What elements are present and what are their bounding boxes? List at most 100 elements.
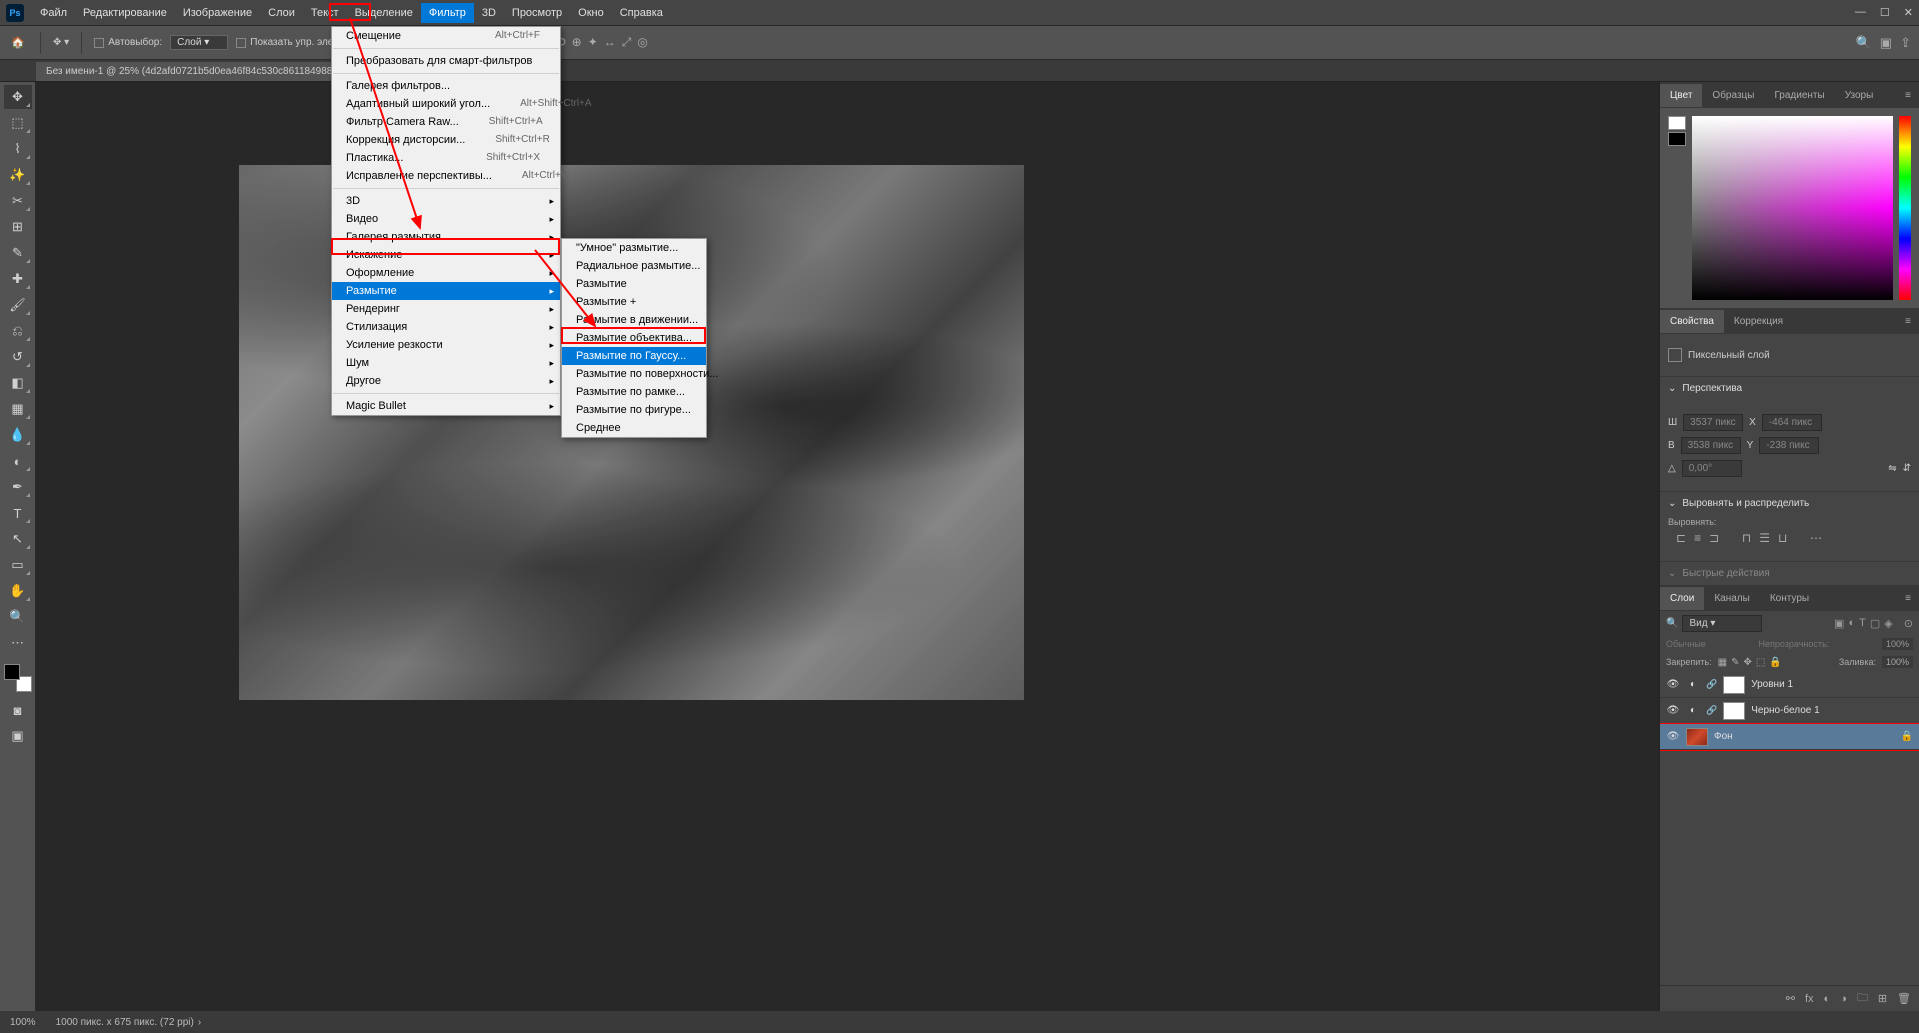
menu-фильтр[interactable]: Фильтр: [421, 3, 474, 23]
menu-справка[interactable]: Справка: [612, 3, 671, 23]
filter-item[interactable]: Рендеринг▸: [332, 300, 560, 318]
menu-текст[interactable]: Текст: [303, 3, 347, 23]
lock-icon[interactable]: 🔒: [1901, 731, 1913, 742]
maximize-icon[interactable]: ☐: [1880, 6, 1890, 19]
home-icon[interactable]: 🏠: [8, 33, 28, 53]
tab-gradients[interactable]: Градиенты: [1764, 84, 1834, 107]
zoom-tool[interactable]: 🔍: [4, 605, 32, 629]
filter-item[interactable]: Другое▸: [332, 372, 560, 390]
filter-item[interactable]: Коррекция дисторсии...Shift+Ctrl+R: [332, 131, 560, 149]
tab-paths[interactable]: Контуры: [1760, 587, 1819, 610]
color-field[interactable]: [1692, 116, 1893, 300]
menu-просмотр[interactable]: Просмотр: [504, 3, 570, 23]
blend-mode-select[interactable]: Обычные: [1666, 639, 1706, 649]
layer-thumb[interactable]: [1723, 702, 1745, 720]
menu-редактирование[interactable]: Редактирование: [75, 3, 175, 23]
filter-item[interactable]: Галерея фильтров...: [332, 77, 560, 95]
w-field[interactable]: 3537 пикс: [1683, 414, 1743, 431]
blur-item[interactable]: Размытие по фигуре...: [562, 401, 706, 419]
tab-channels[interactable]: Каналы: [1704, 587, 1760, 610]
blur-item[interactable]: Размытие по поверхности...: [562, 365, 706, 383]
blur-item[interactable]: Размытие по рамке...: [562, 383, 706, 401]
doc-tab-0[interactable]: Без имени-1 @ 25% (4d2afd0721b5d0ea46f84…: [36, 62, 381, 81]
layer-name[interactable]: Фон: [1714, 731, 1733, 742]
blur-tool[interactable]: 💧: [4, 423, 32, 447]
filter-item[interactable]: Искажение▸: [332, 246, 560, 264]
fill-value[interactable]: 100%: [1882, 656, 1913, 668]
layer-thumb[interactable]: [1686, 728, 1708, 746]
panel-menu-icon[interactable]: ≡: [1897, 316, 1919, 327]
tab-layers[interactable]: Слои: [1660, 587, 1704, 610]
hue-slider[interactable]: [1899, 116, 1911, 300]
layer-row[interactable]: 👁◐🔗Уровни 1: [1660, 672, 1919, 698]
filter-item[interactable]: Шум▸: [332, 354, 560, 372]
flip-h-icon[interactable]: ⇋: [1888, 463, 1896, 474]
filter-item[interactable]: СмещениеAlt+Ctrl+F: [332, 27, 560, 45]
layer-name[interactable]: Черно-белое 1: [1751, 705, 1819, 716]
h-field[interactable]: 3538 пикс: [1681, 437, 1741, 454]
blur-item[interactable]: Радиальное размытие...: [562, 257, 706, 275]
y-field[interactable]: -238 пикс: [1759, 437, 1819, 454]
filter-item[interactable]: Размытие▸: [332, 282, 560, 300]
opacity-value[interactable]: 100%: [1882, 638, 1913, 650]
marquee-tool[interactable]: ⬚: [4, 111, 32, 135]
menu-файл[interactable]: Файл: [32, 3, 75, 23]
wand-tool[interactable]: ✨: [4, 163, 32, 187]
lasso-tool[interactable]: ⌇: [4, 137, 32, 161]
layer-filter-select[interactable]: Вид ▾: [1682, 615, 1762, 632]
show-transform-controls[interactable]: Показать упр. элем.: [236, 37, 343, 48]
tab-color[interactable]: Цвет: [1660, 84, 1702, 107]
panel-menu-icon[interactable]: ≡: [1897, 90, 1919, 101]
layer-row[interactable]: 👁Фон🔒: [1660, 724, 1919, 750]
visibility-icon[interactable]: 👁: [1666, 705, 1680, 716]
blur-submenu-dropdown[interactable]: "Умное" размытие...Радиальное размытие..…: [561, 238, 707, 438]
fg-swatch[interactable]: [1668, 116, 1686, 130]
blur-item[interactable]: Размытие: [562, 275, 706, 293]
tab-adjustments[interactable]: Коррекция: [1724, 310, 1793, 333]
layer-row[interactable]: 👁◐🔗Черно-белое 1: [1660, 698, 1919, 724]
layer-filter-icons[interactable]: ▣◐T▢◈ ⊙: [1834, 617, 1913, 630]
filter-item[interactable]: Пластика...Shift+Ctrl+X: [332, 149, 560, 167]
zoom-level[interactable]: 100%: [10, 1017, 36, 1028]
layers-footer[interactable]: ⚯fx◐◑🗀⊞🗑: [1660, 985, 1919, 1011]
bg-swatch[interactable]: [1668, 132, 1686, 146]
3d-mode-icons[interactable]: ⟲⊕✦↔⤢◎: [556, 35, 648, 50]
window-controls[interactable]: — ☐ ✕: [1855, 6, 1913, 19]
tab-properties[interactable]: Свойства: [1660, 310, 1724, 333]
hand-tool[interactable]: ✋: [4, 579, 32, 603]
filter-item[interactable]: 3D▸: [332, 192, 560, 210]
filter-item[interactable]: Исправление перспективы...Alt+Ctrl+V: [332, 167, 560, 185]
layer-thumb[interactable]: [1723, 676, 1745, 694]
filter-item[interactable]: Оформление▸: [332, 264, 560, 282]
info-arrow-icon[interactable]: ›: [198, 1017, 201, 1028]
path-select-tool[interactable]: ↖: [4, 527, 32, 551]
autoselect-option[interactable]: Автовыбор:: [94, 37, 162, 48]
filter-item[interactable]: Видео▸: [332, 210, 560, 228]
section-align[interactable]: Выровнять и распределить: [1660, 491, 1919, 515]
lock-icons[interactable]: ▦✎✥⬚🔒: [1718, 657, 1782, 668]
search-icon[interactable]: 🔍: [1666, 618, 1678, 629]
menu-изображение[interactable]: Изображение: [175, 3, 260, 23]
menu-3d[interactable]: 3D: [474, 3, 504, 23]
layers-list[interactable]: 👁◐🔗Уровни 1👁◐🔗Черно-белое 1👁Фон🔒: [1660, 672, 1919, 985]
stamp-tool[interactable]: ⎌: [4, 319, 32, 343]
shape-tool[interactable]: ▭: [4, 553, 32, 577]
section-perspective[interactable]: Перспектива: [1660, 376, 1919, 400]
close-icon[interactable]: ✕: [1904, 6, 1913, 19]
blur-item[interactable]: Размытие по Гауссу...: [562, 347, 706, 365]
align-buttons[interactable]: ⊏≡⊐ ⊓☰⊔ ⋯: [1668, 527, 1911, 553]
screenmode-tool[interactable]: ▣: [4, 724, 32, 748]
filter-item[interactable]: Преобразовать для смарт-фильтров: [332, 52, 560, 70]
blur-item[interactable]: "Умное" размытие...: [562, 239, 706, 257]
x-field[interactable]: -464 пикс: [1762, 414, 1822, 431]
frame-tool[interactable]: ⊞: [4, 215, 32, 239]
section-quick[interactable]: Быстрые действия: [1660, 561, 1919, 585]
workspace-icons[interactable]: 🔍▣⇪: [1856, 35, 1911, 51]
menu-выделение[interactable]: Выделение: [347, 3, 421, 23]
visibility-icon[interactable]: 👁: [1666, 679, 1680, 690]
layer-name[interactable]: Уровни 1: [1751, 679, 1793, 690]
eraser-tool[interactable]: ◧: [4, 371, 32, 395]
gradient-tool[interactable]: ▦: [4, 397, 32, 421]
canvas-area[interactable]: [36, 82, 1659, 1011]
history-brush-tool[interactable]: ↺: [4, 345, 32, 369]
